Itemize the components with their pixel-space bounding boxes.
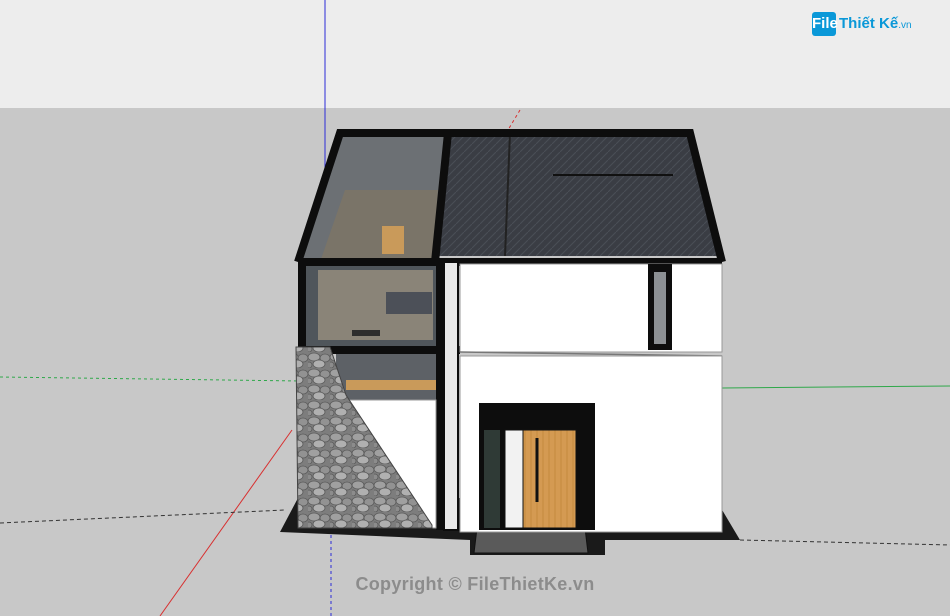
entrance-side-glass — [484, 430, 500, 528]
watermark-logo: File Thiết Kế.vn — [812, 12, 942, 42]
white-wall-upper — [459, 263, 723, 353]
center-column-glass — [443, 261, 459, 531]
upper-window-glass — [654, 272, 666, 344]
sky-background — [0, 0, 950, 108]
dark-roof — [435, 133, 718, 256]
interior-shelf — [382, 226, 404, 254]
logo-text: Thiết Kế.vn — [839, 15, 912, 32]
lower-glass-facade — [336, 350, 440, 400]
logo-name: Thiết Kế — [839, 15, 899, 32]
interior-sofa — [386, 292, 432, 314]
copyright-watermark: Copyright © FileThietKe.vn — [355, 574, 595, 594]
lower-wood-strip — [346, 380, 436, 390]
sketchup-3d-viewport[interactable] — [0, 0, 950, 616]
wooden-door — [522, 429, 577, 529]
logo-tld: .vn — [898, 20, 912, 31]
filethietke-logo-icon: File — [812, 12, 838, 36]
interior-table — [352, 330, 380, 336]
entrance-glass-panel — [504, 429, 524, 529]
